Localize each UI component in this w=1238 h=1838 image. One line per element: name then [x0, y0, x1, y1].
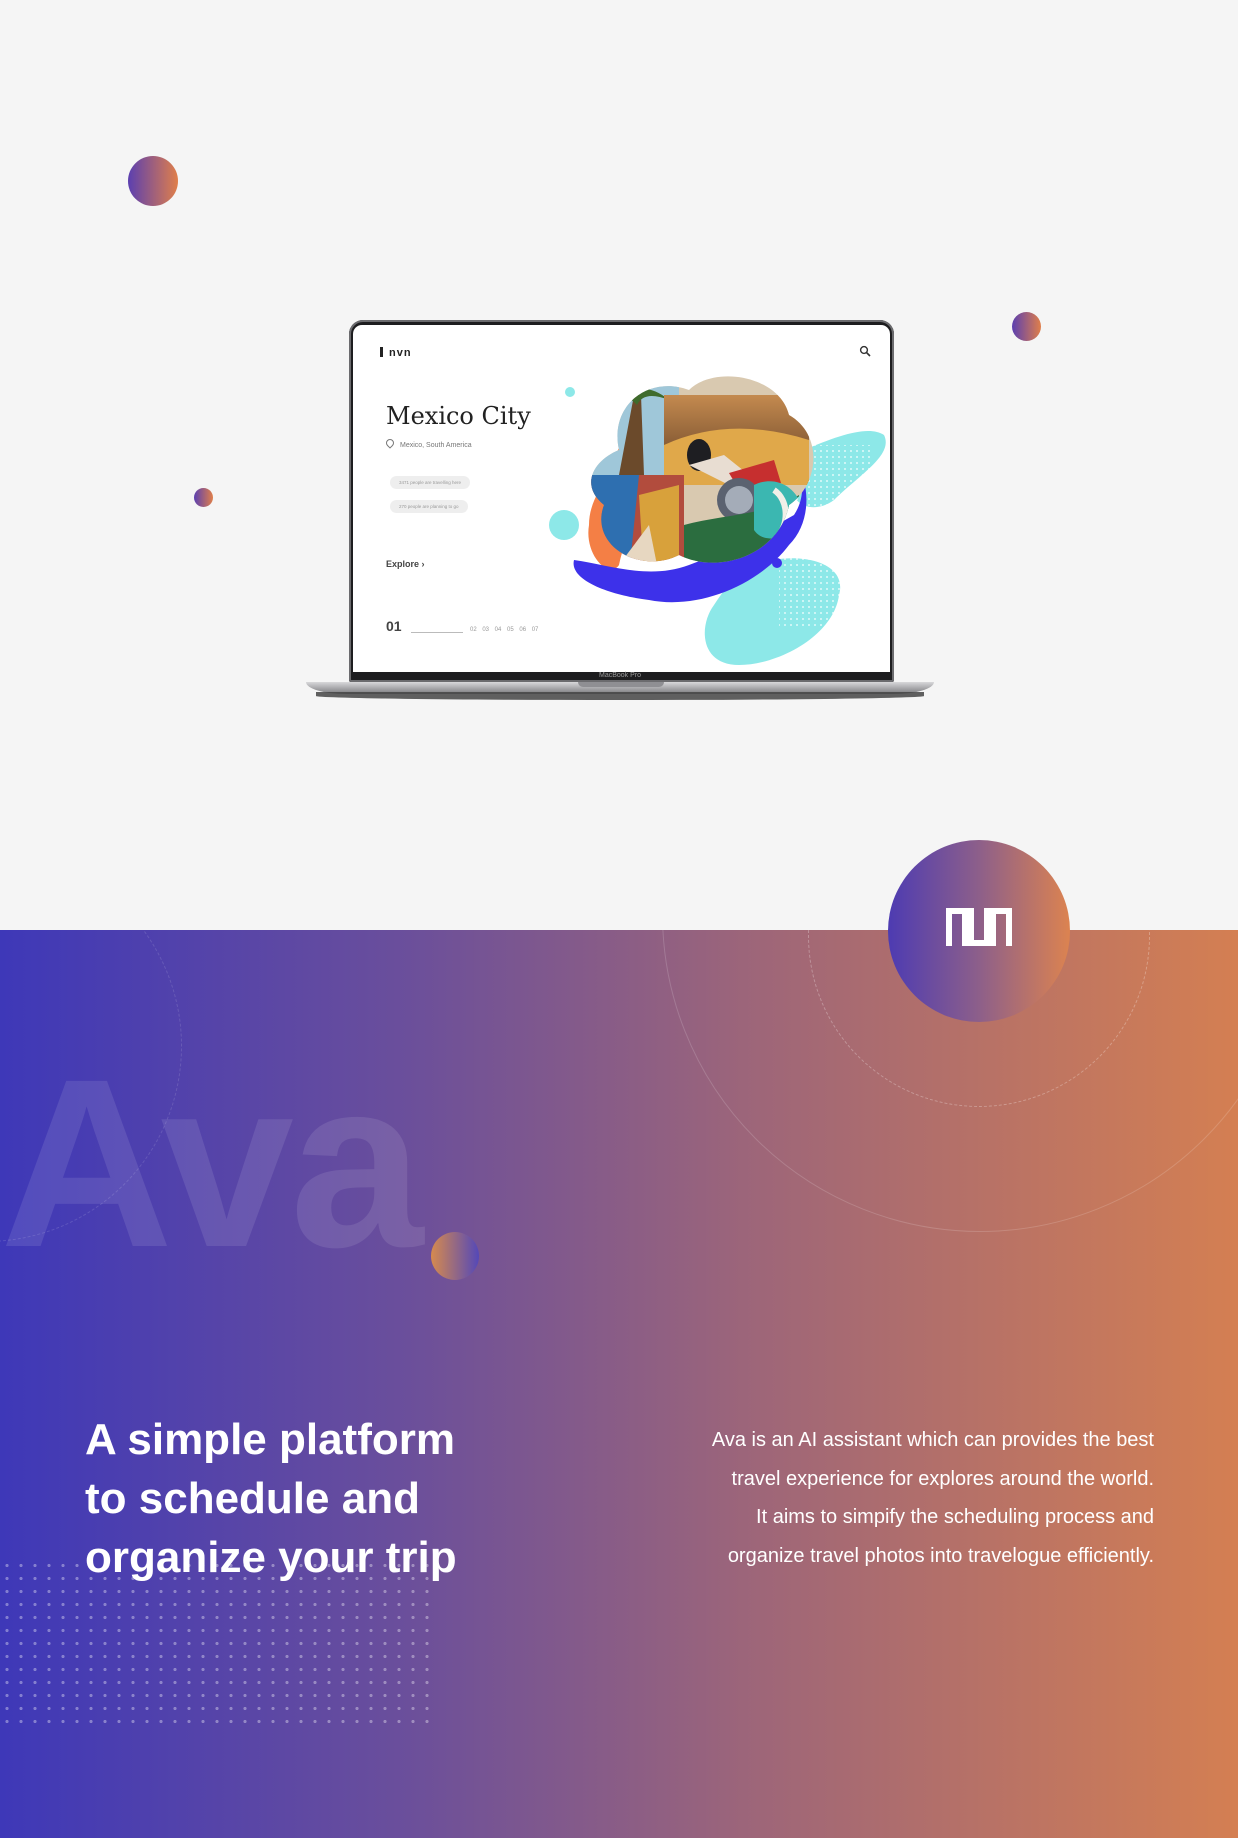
hero-description: Ava is an AI assistant which can provide… [711, 1429, 1154, 1567]
app-screen: nvn Mexico City Mexico, South America 34… [353, 325, 890, 672]
watermark-text: Ava [0, 1029, 423, 1297]
travel-collage [549, 376, 886, 665]
page-numbers[interactable]: 02 03 04 05 06 07 [470, 627, 538, 633]
decorative-orb [128, 156, 178, 206]
decorative-orb [194, 488, 213, 507]
app-logo[interactable]: nvn [380, 347, 412, 359]
location-label: Mexico, South America [384, 437, 472, 449]
laptop-mockup: nvn Mexico City Mexico, South America 34… [306, 320, 934, 705]
city-title: Mexico City [386, 402, 531, 430]
search-icon[interactable] [859, 345, 871, 360]
laptop-shadow [316, 692, 924, 700]
current-page: 01 [386, 618, 402, 634]
planning-pill: 270 people are planning to go [390, 500, 468, 513]
chevron-right-icon: › [421, 559, 425, 569]
device-label: MacBook Pro [598, 672, 642, 679]
decorative-orb [1012, 312, 1041, 341]
explore-link[interactable]: Explore › [386, 559, 425, 569]
decorative-orb [431, 1232, 479, 1280]
brand-badge [888, 840, 1070, 1022]
pin-icon [384, 437, 396, 449]
hero-headline: A simple platform to schedule and organi… [85, 1415, 457, 1582]
travelling-pill: 3471 people are travelling here [390, 476, 471, 489]
hero-band: Ava A simple platform to schedule and or… [0, 930, 1238, 1838]
laptop-notch [578, 682, 664, 687]
page-progress-line [411, 632, 463, 633]
nvn-logo-icon [946, 908, 1012, 946]
